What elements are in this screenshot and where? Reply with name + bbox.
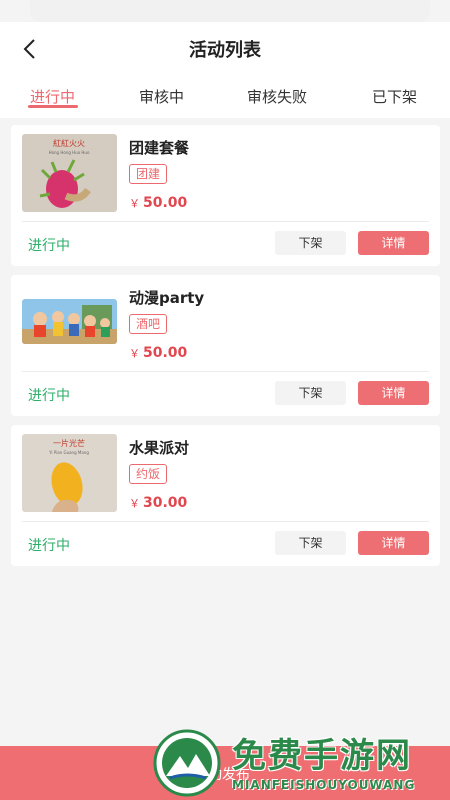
details-button[interactable]: 详情 <box>358 531 429 555</box>
activity-image-cartoon <box>22 299 117 344</box>
activity-card[interactable]: 一片光芒 Yi Pian Guang Mang 水果派对 约饭 ￥ 30.00 进… <box>11 425 440 566</box>
watermark-logo-icon <box>153 729 221 797</box>
details-button[interactable]: 详情 <box>358 381 429 405</box>
divider <box>22 521 429 522</box>
watermark-text: 免费手游网 <box>232 736 412 776</box>
price-value: 50.00 <box>143 195 188 211</box>
activity-price: ￥ 30.00 <box>129 495 187 511</box>
price-value: 30.00 <box>143 495 188 511</box>
tab-under-review[interactable]: 审核中 <box>139 86 184 107</box>
take-down-button[interactable]: 下架 <box>275 231 346 255</box>
tab-indicator <box>28 105 78 108</box>
divider <box>22 371 429 372</box>
activity-tag: 酒吧 <box>129 314 168 334</box>
activity-status: 进行中 <box>28 238 70 254</box>
activity-card[interactable]: 紅紅火火 Hong Hong Huo Huo 团建套餐 团建 ￥ 50.00 进行… <box>11 125 440 266</box>
activity-status: 进行中 <box>28 538 70 554</box>
activity-title: 团建套餐 <box>129 139 190 157</box>
image-subcaption: Hong Hong Huo Huo <box>49 150 90 155</box>
activity-status: 进行中 <box>28 388 70 404</box>
activity-price: ￥ 50.00 <box>129 345 187 361</box>
activity-tag: 约饭 <box>129 464 168 484</box>
activity-price: ￥ 50.00 <box>129 195 187 211</box>
currency-symbol: ￥ <box>129 197 140 210</box>
currency-symbol: ￥ <box>129 347 140 360</box>
tab-bar: 进行中 审核中 审核失败 已下架 <box>0 74 450 118</box>
activity-card[interactable]: 动漫party 酒吧 ￥ 50.00 进行中 下架 详情 <box>11 275 440 416</box>
currency-symbol: ￥ <box>129 497 140 510</box>
divider <box>22 221 429 222</box>
take-down-button[interactable]: 下架 <box>275 381 346 405</box>
activity-tag: 团建 <box>129 164 168 184</box>
details-button[interactable]: 详情 <box>358 231 429 255</box>
price-value: 50.00 <box>143 345 188 361</box>
activity-title: 动漫party <box>129 289 205 307</box>
activity-image-dragonfruit: 紅紅火火 Hong Hong Huo Huo <box>22 134 117 212</box>
watermark-subtext: MIANFEISHOUYOUWANG <box>232 778 416 792</box>
header: 活动列表 <box>0 22 450 74</box>
image-caption: 一片光芒 <box>53 438 85 448</box>
take-down-button[interactable]: 下架 <box>275 531 346 555</box>
tab-review-failed[interactable]: 审核失败 <box>247 86 307 107</box>
page-title: 活动列表 <box>189 40 261 61</box>
image-caption: 紅紅火火 <box>53 138 85 148</box>
activity-image-mango: 一片光芒 Yi Pian Guang Mang <box>22 434 117 512</box>
image-subcaption: Yi Pian Guang Mang <box>48 450 89 455</box>
activity-title: 水果派对 <box>129 439 190 457</box>
status-bar <box>30 0 430 22</box>
tab-removed[interactable]: 已下架 <box>372 86 417 107</box>
tab-in-progress[interactable]: 进行中 <box>30 86 75 107</box>
